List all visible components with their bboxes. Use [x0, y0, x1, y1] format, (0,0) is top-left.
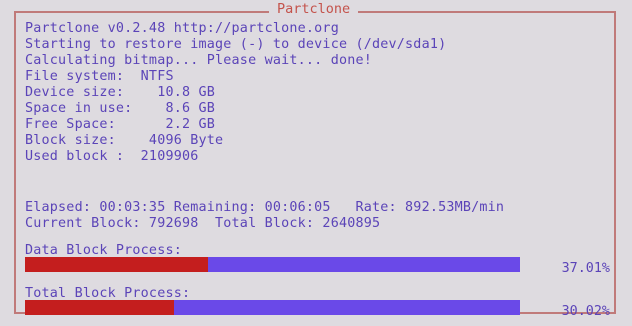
version-line: Partclone v0.2.48 http://partclone.org: [25, 21, 339, 36]
block-counter-line: Current Block: 792698 Total Block: 26408…: [25, 216, 381, 231]
data-block-progress-fill: [25, 257, 209, 272]
total-block-percent: 30.02%: [561, 304, 610, 319]
restore-status-line: Starting to restore image (-) to device …: [25, 37, 447, 52]
device-size-line: Device size: 10.8 GB: [25, 85, 216, 100]
dialog-title: Partclone: [269, 1, 359, 17]
block-size-line: Block size: 4096 Byte: [25, 133, 224, 148]
data-block-percent: 37.01%: [561, 261, 610, 276]
bitmap-status-line: Calculating bitmap... Please wait... don…: [25, 53, 372, 68]
elapsed-remaining-rate-line: Elapsed: 00:03:35 Remaining: 00:06:05 Ra…: [25, 200, 505, 215]
data-block-progress-bar: [25, 257, 520, 272]
used-block-line: Used block : 2109906: [25, 149, 199, 164]
partclone-screen: Partclone Partclone v0.2.48 http://partc…: [0, 0, 632, 326]
file-system-line: File system: NTFS: [25, 69, 174, 84]
free-space-line: Free Space: 2.2 GB: [25, 117, 216, 132]
space-in-use-line: Space in use: 8.6 GB: [25, 101, 216, 116]
total-block-progress-fill: [25, 300, 174, 315]
total-block-progress-bar: [25, 300, 520, 315]
